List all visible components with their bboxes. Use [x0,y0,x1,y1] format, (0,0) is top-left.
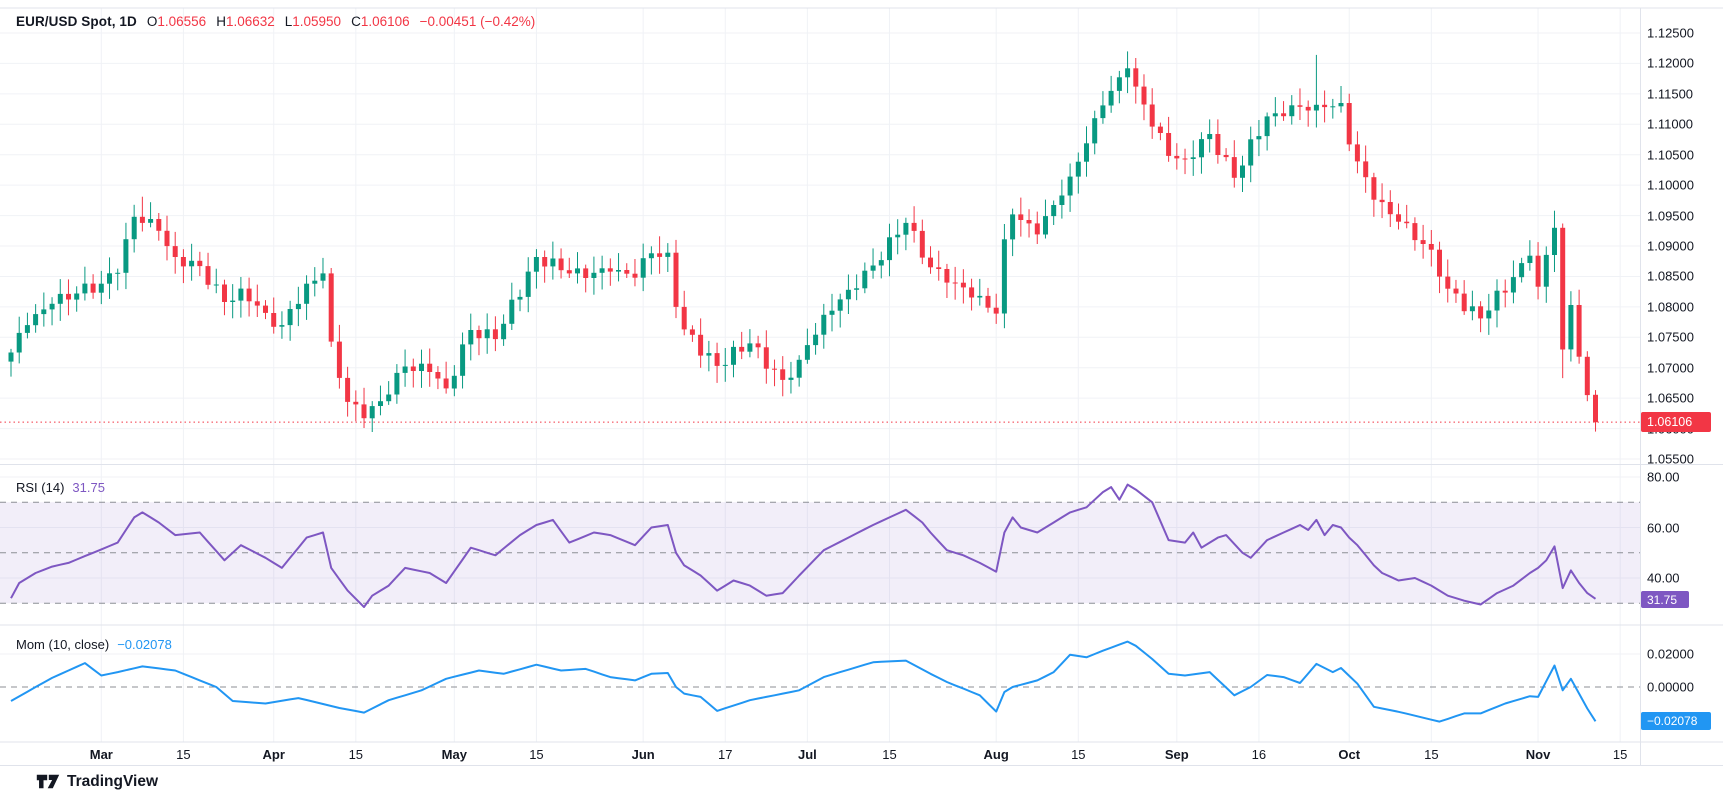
time-tick-label: 16 [1252,747,1266,762]
price-tick-label: 1.07000 [1647,360,1694,375]
time-tick-label: Jun [632,747,655,762]
tradingview-logo[interactable]: TradingView [36,772,158,791]
rsi-pane-label[interactable]: RSI (14) 31.75 [16,480,105,495]
momentum-pane-label[interactable]: Mom (10, close) −0.02078 [16,637,172,652]
time-tick-label: Aug [984,747,1009,762]
time-tick-label: 17 [718,747,732,762]
time-tick-label: Apr [263,747,285,762]
rsi-tick-label: 80.00 [1647,470,1680,485]
time-tick-label: Mar [90,747,113,762]
ohlc-open: O1.06556 [147,14,206,29]
price-tick-label: 1.11500 [1647,86,1693,101]
time-tick-label: 15 [1613,747,1627,762]
mom-tick-label: 0.00000 [1647,680,1694,695]
price-tick-label: 1.10500 [1647,147,1694,162]
time-tick-label: 15 [1071,747,1085,762]
time-tick-label: 15 [349,747,363,762]
momentum-title: Mom (10, close) [16,637,109,652]
rsi-value: 31.75 [72,480,105,495]
chart-plot-area[interactable] [0,0,1723,803]
rsi-value-badge: 31.75 [1641,591,1689,608]
time-tick-label: 15 [1424,747,1438,762]
momentum-value: −0.02078 [117,637,172,652]
logo-text: TradingView [67,773,158,791]
change-value: −0.00451 (−0.42%) [420,14,536,29]
time-tick-label: Nov [1526,747,1551,762]
mom-tick-label: 0.02000 [1647,647,1694,662]
time-axis[interactable]: Mar 15 Apr 15 May 15 Jun 17 Jul 15 Aug 15 Sep 16 Oct 15… [0,742,1640,766]
price-tick-label: 1.05500 [1647,452,1694,467]
tradingview-chart: EUR/USD Spot, 1D O1.06556 H1.06632 L1.05… [0,0,1723,803]
ohlc-low: L1.05950 [285,14,341,29]
price-tick-label: 1.10000 [1647,178,1694,193]
time-tick-label: 15 [176,747,190,762]
price-tick-label: 1.12000 [1647,56,1694,71]
rsi-tick-label: 40.00 [1647,571,1680,586]
price-tick-label: 1.07500 [1647,330,1694,345]
time-tick-label: 15 [882,747,896,762]
momentum-value-badge: −0.02078 [1641,712,1711,730]
rsi-title: RSI (14) [16,480,64,495]
ohlc-close: C1.06106 [351,14,410,29]
candles [9,51,1599,432]
price-tick-label: 1.08000 [1647,299,1694,314]
tradingview-logo-icon [36,772,60,791]
time-tick-label: Jul [798,747,817,762]
time-tick-label: May [442,747,467,762]
time-tick-label: Oct [1338,747,1360,762]
rsi-tick-label: 60.00 [1647,520,1680,535]
ohlc-high: H1.06632 [216,14,275,29]
price-tick-label: 1.11000 [1647,117,1693,132]
price-tick-label: 1.06500 [1647,391,1694,406]
price-tick-label: 1.12500 [1647,26,1694,41]
price-axis[interactable]: 1.12500 1.12000 1.11500 1.11000 1.10500 1.100… [1641,8,1723,742]
price-tick-label: 1.09000 [1647,239,1694,254]
last-price-badge: 1.06106 [1641,412,1711,432]
symbol-title[interactable]: EUR/USD Spot, 1D [16,14,137,29]
symbol-header: EUR/USD Spot, 1D O1.06556 H1.06632 L1.05… [16,14,535,29]
time-tick-label: 15 [529,747,543,762]
time-tick-label: Sep [1165,747,1189,762]
price-tick-label: 1.09500 [1647,208,1694,223]
price-tick-label: 1.08500 [1647,269,1694,284]
